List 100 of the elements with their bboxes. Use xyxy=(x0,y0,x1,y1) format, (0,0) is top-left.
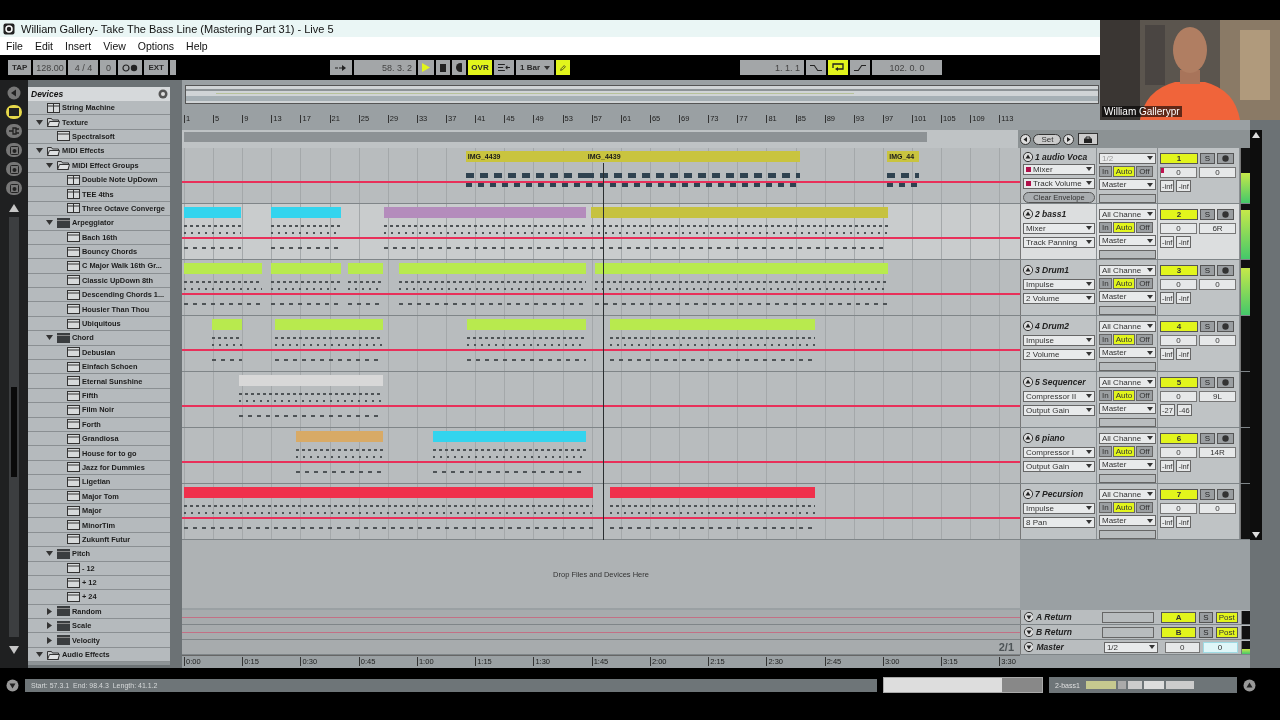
monitor-button[interactable]: In xyxy=(1099,445,1112,457)
collapse-arrow-icon[interactable] xyxy=(46,219,53,227)
post-button[interactable]: Post xyxy=(1215,626,1238,638)
fold-icon[interactable] xyxy=(1023,321,1033,331)
output-dropdown[interactable]: Master xyxy=(1099,403,1156,415)
parameter-dropdown[interactable]: 8 Pan xyxy=(1023,516,1095,528)
post-button[interactable]: Post xyxy=(1215,611,1238,623)
fold-icon[interactable] xyxy=(1024,612,1034,622)
output-channel-field[interactable] xyxy=(1099,305,1156,315)
follow-button[interactable] xyxy=(330,60,352,75)
scrollbar[interactable] xyxy=(9,217,19,637)
previous-locator-icon[interactable] xyxy=(1020,133,1032,145)
punch-out-button[interactable] xyxy=(850,60,870,75)
next-locator-icon[interactable] xyxy=(1063,133,1075,145)
back-icon[interactable] xyxy=(7,86,21,100)
menu-item[interactable]: Edit xyxy=(29,40,60,52)
track-activator-button[interactable]: B xyxy=(1161,626,1196,638)
folder-tab[interactable] xyxy=(6,105,22,119)
master-track-header[interactable]: Master 1/2 0 0 xyxy=(1020,640,1250,654)
collapse-arrow-icon[interactable] xyxy=(36,651,43,659)
device-dropdown[interactable]: Compressor I xyxy=(1023,446,1095,458)
volume-field[interactable]: 0 xyxy=(1164,641,1200,653)
record-quantize-button[interactable] xyxy=(494,60,514,75)
track-activator-button[interactable]: 4 xyxy=(1160,320,1198,332)
return-track-header[interactable]: A Return A S Post xyxy=(1020,610,1250,624)
clip-overview[interactable] xyxy=(883,677,1043,693)
solo-button[interactable]: S xyxy=(1200,264,1215,276)
pan-field[interactable]: 9L xyxy=(1199,390,1236,402)
pan-field[interactable]: 0 xyxy=(1202,641,1238,653)
fold-icon[interactable] xyxy=(1023,265,1033,275)
output-dropdown[interactable]: Master xyxy=(1099,347,1156,359)
output-channel-field[interactable] xyxy=(1099,529,1156,539)
track-activator-button[interactable]: 5 xyxy=(1160,376,1198,388)
scroll-down-icon[interactable] xyxy=(1252,532,1260,538)
output-channel-field[interactable] xyxy=(1099,473,1156,483)
disk-tab[interactable] xyxy=(6,162,22,176)
track-activator-button[interactable]: A xyxy=(1161,611,1196,623)
metronome-button[interactable] xyxy=(118,60,143,75)
parameter-dropdown[interactable]: 2 Volume xyxy=(1023,348,1095,360)
disk-tab[interactable] xyxy=(6,143,22,157)
monitor-button[interactable]: Off xyxy=(1136,389,1153,401)
loop-start-field[interactable]: 1. 1. 1 xyxy=(740,60,804,75)
device-dropdown[interactable]: Impulse xyxy=(1023,334,1095,346)
device-dropdown[interactable]: Compressor II xyxy=(1023,390,1095,402)
volume-field[interactable]: 0 xyxy=(1160,334,1197,346)
monitor-button[interactable]: Off xyxy=(1136,221,1153,233)
output-dropdown[interactable]: Master xyxy=(1099,179,1156,191)
monitor-button[interactable]: Auto xyxy=(1112,501,1136,513)
tap-button[interactable]: TAP xyxy=(8,60,32,75)
monitor-button[interactable]: Off xyxy=(1136,333,1153,345)
record-button[interactable] xyxy=(452,60,466,75)
stop-button[interactable] xyxy=(436,60,450,75)
fold-icon[interactable] xyxy=(1023,151,1033,162)
arm-button[interactable] xyxy=(1217,488,1234,500)
menu-item[interactable]: View xyxy=(98,40,133,52)
parameter-dropdown[interactable]: Track Panning xyxy=(1023,236,1095,248)
monitor-button[interactable]: Off xyxy=(1136,501,1153,513)
monitor-button[interactable]: In xyxy=(1099,221,1112,233)
device-dropdown[interactable]: Mixer xyxy=(1023,222,1095,234)
loop-length-field[interactable]: 102. 0. 0 xyxy=(872,60,942,75)
monitor-button[interactable]: In xyxy=(1099,333,1112,345)
menu-item[interactable]: Options xyxy=(132,40,182,52)
monitor-button[interactable]: Auto xyxy=(1112,333,1136,345)
input-dropdown[interactable]: 1/2 xyxy=(1103,641,1158,653)
monitor-button[interactable]: Auto xyxy=(1112,221,1136,233)
menu-item[interactable]: Insert xyxy=(60,40,99,52)
track-activator-button[interactable]: 2 xyxy=(1160,208,1198,220)
scrollbar[interactable] xyxy=(1250,130,1262,540)
monitor-button[interactable]: Auto xyxy=(1112,445,1136,457)
fold-icon[interactable] xyxy=(1024,627,1034,637)
disk-tab[interactable] xyxy=(6,181,22,195)
settings-icon[interactable] xyxy=(158,89,168,99)
fold-icon[interactable] xyxy=(1023,209,1033,219)
fold-icon[interactable] xyxy=(1023,433,1033,443)
song-position-field[interactable]: 58. 3. 2 xyxy=(354,60,416,75)
monitor-button[interactable]: Off xyxy=(1136,445,1153,457)
scroll-up-icon[interactable] xyxy=(9,204,19,212)
pan-field[interactable]: 6R xyxy=(1199,222,1236,234)
solo-button[interactable]: S xyxy=(1200,432,1215,444)
lock-button[interactable] xyxy=(1078,133,1099,145)
output-dropdown[interactable]: Master xyxy=(1099,235,1156,247)
volume-field[interactable]: 0 xyxy=(1160,166,1197,178)
parameter-dropdown[interactable]: Output Gain xyxy=(1023,404,1095,416)
monitor-button[interactable]: In xyxy=(1099,501,1112,513)
device-dropdown[interactable]: Impulse xyxy=(1023,278,1095,290)
input-dropdown[interactable]: All Channe xyxy=(1099,432,1156,444)
monitor-button[interactable]: Auto xyxy=(1112,389,1136,401)
return-track-header[interactable]: B Return B S Post xyxy=(1020,625,1250,639)
output-dropdown[interactable]: Master xyxy=(1099,291,1156,303)
parameter-dropdown[interactable]: 2 Volume xyxy=(1023,292,1095,304)
volume-field[interactable]: 0 xyxy=(1160,222,1197,234)
arm-button[interactable] xyxy=(1217,264,1234,276)
collapse-arrow-icon[interactable] xyxy=(46,550,53,558)
input-dropdown[interactable]: All Channe xyxy=(1099,208,1156,220)
track-activator-button[interactable]: 6 xyxy=(1160,432,1198,444)
pan-field[interactable]: 0 xyxy=(1199,166,1236,178)
pan-field[interactable]: 0 xyxy=(1199,502,1236,514)
groove-field[interactable]: 0 xyxy=(100,60,117,75)
input-field[interactable] xyxy=(1102,626,1155,638)
arm-button[interactable] xyxy=(1217,432,1234,444)
